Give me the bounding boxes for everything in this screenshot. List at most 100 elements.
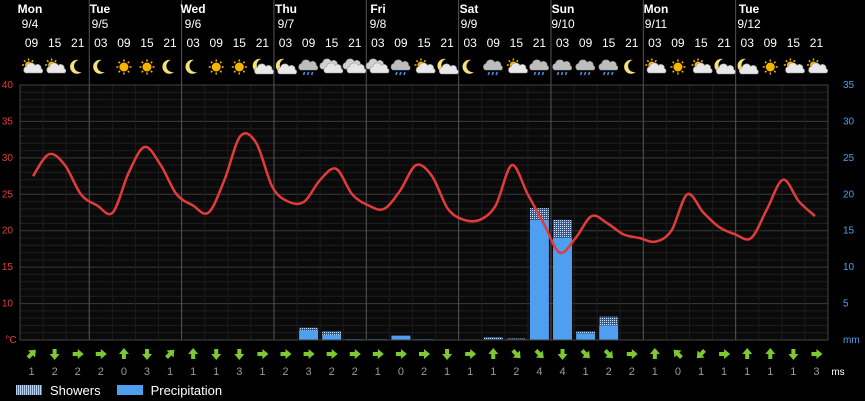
wind-arrow-n-icon bbox=[118, 348, 129, 359]
wind-arrow-n-icon bbox=[488, 348, 499, 359]
wind-arrow-se-icon bbox=[534, 349, 544, 359]
wind-arrow-e-icon bbox=[257, 349, 269, 359]
wind-arrow-s-icon bbox=[141, 349, 152, 360]
wind-speed: 1 bbox=[167, 366, 173, 378]
day-name: Mon bbox=[18, 2, 43, 16]
wind-speed: 1 bbox=[698, 366, 704, 378]
wind-speed: 4 bbox=[536, 366, 542, 378]
moon-cloud-icon bbox=[714, 58, 736, 75]
sun-cloud-icon bbox=[806, 58, 828, 74]
wind-speed: 1 bbox=[583, 366, 589, 378]
cloud-rain-icon bbox=[552, 59, 572, 76]
day-date: 9/11 bbox=[645, 17, 668, 31]
precipitation-bar bbox=[299, 330, 319, 340]
wind-speed: 3 bbox=[306, 366, 312, 378]
hour-label: 09 bbox=[487, 36, 501, 50]
legend-precipitation: Precipitation bbox=[116, 382, 223, 398]
right-axis-tick: 30 bbox=[843, 116, 855, 127]
sun-cloud-icon bbox=[45, 58, 67, 74]
wind-arrow-s-icon bbox=[49, 349, 60, 360]
wind-arrow-e-icon bbox=[280, 349, 292, 359]
day-date: 9/10 bbox=[551, 17, 575, 31]
moon-cloud-icon bbox=[252, 58, 274, 75]
day-date: 9/9 bbox=[461, 17, 478, 31]
left-axis-tick: 10 bbox=[2, 299, 14, 310]
day-name: Tue bbox=[90, 2, 111, 16]
hour-label: 15 bbox=[233, 36, 247, 50]
showers-bar bbox=[322, 331, 342, 335]
sun-icon bbox=[208, 59, 224, 75]
wind-speed: 1 bbox=[444, 366, 450, 378]
day-date: 9/6 bbox=[185, 17, 202, 31]
cloud-icon bbox=[342, 58, 367, 74]
day-name: Wed bbox=[180, 2, 205, 16]
sun-icon bbox=[670, 59, 686, 75]
wind-arrow-n-icon bbox=[188, 348, 199, 359]
sun-cloud-icon bbox=[691, 58, 713, 74]
hour-label: 03 bbox=[556, 36, 570, 50]
day-date: 9/12 bbox=[737, 17, 761, 31]
day-name: Thu bbox=[275, 2, 297, 16]
day-name: Fri bbox=[370, 2, 385, 16]
wind-arrow-s-icon bbox=[557, 349, 568, 360]
day-name: Sun bbox=[552, 2, 575, 16]
sun-cloud-icon bbox=[645, 58, 667, 74]
wind-arrow-ne-icon bbox=[165, 349, 175, 359]
wind-arrow-e-icon bbox=[626, 349, 638, 359]
right-axis-tick: 5 bbox=[843, 299, 849, 310]
wind-arrow-e-icon bbox=[395, 349, 407, 359]
moon-icon bbox=[93, 59, 105, 74]
wind-speed: 1 bbox=[744, 366, 750, 378]
wind-arrow-e-icon bbox=[419, 349, 430, 359]
wind-arrow-se-icon bbox=[603, 349, 613, 359]
legend-precipitation-label: Precipitation bbox=[150, 382, 223, 398]
wind-speed: 2 bbox=[98, 366, 104, 378]
hour-label: 09 bbox=[764, 36, 778, 50]
wind-arrow-e-icon bbox=[95, 349, 107, 359]
cloud-rain-icon bbox=[529, 59, 549, 76]
moon-icon bbox=[162, 59, 175, 74]
wind-arrow-e-icon bbox=[372, 349, 384, 359]
forecast-chart: Mon9/4Tue9/5Wed9/6Thu9/7Fri9/8Sat9/9Sun9… bbox=[2, 0, 860, 378]
wind-speed: 2 bbox=[329, 366, 335, 378]
wind-speed: 2 bbox=[629, 366, 635, 378]
cloud-icon bbox=[365, 58, 390, 74]
legend-showers-label: Showers bbox=[50, 382, 101, 398]
wind-speed: 3 bbox=[236, 366, 242, 378]
day-name: Sat bbox=[460, 2, 479, 16]
wind-speed: 2 bbox=[282, 366, 288, 378]
right-axis-tick: 35 bbox=[843, 80, 855, 91]
wind-arrow-e-icon bbox=[303, 349, 315, 359]
legend-showers-swatch bbox=[16, 385, 42, 395]
wind-arrow-s-icon bbox=[788, 349, 799, 360]
wind-speed: 1 bbox=[652, 366, 658, 378]
hour-label: 21 bbox=[625, 36, 639, 50]
wind-arrow-ne-icon bbox=[26, 349, 36, 359]
sun-icon bbox=[231, 59, 247, 75]
left-axis-tick: 30 bbox=[2, 153, 14, 164]
hour-label: 15 bbox=[325, 36, 339, 50]
wind-speed: 0 bbox=[398, 366, 404, 378]
hour-label: 03 bbox=[94, 36, 108, 50]
hour-label: 09 bbox=[117, 36, 131, 50]
hour-label: 15 bbox=[694, 36, 708, 50]
wind-speed: 2 bbox=[513, 366, 519, 378]
wind-speed: 1 bbox=[767, 366, 773, 378]
left-axis-tick: 40 bbox=[2, 80, 14, 91]
cloud-rain-icon bbox=[390, 59, 411, 76]
cloud-rain-icon bbox=[298, 59, 319, 76]
right-axis-tick: 25 bbox=[843, 153, 855, 164]
precipitation-bar bbox=[599, 325, 619, 340]
cloud-rain-icon bbox=[598, 59, 619, 76]
left-axis-unit: °C bbox=[5, 335, 16, 346]
showers-bar bbox=[576, 331, 596, 334]
wind-speed: 1 bbox=[490, 366, 496, 378]
hour-label: 09 bbox=[394, 36, 408, 50]
hour-label: 15 bbox=[417, 36, 431, 50]
right-axis-unit: mm bbox=[843, 335, 860, 346]
hour-label: 21 bbox=[440, 36, 454, 50]
wind-speed: 1 bbox=[375, 366, 381, 378]
wind-speed: 4 bbox=[559, 366, 565, 378]
right-axis-tick: 20 bbox=[843, 189, 855, 200]
wind-speed: 1 bbox=[28, 366, 34, 378]
